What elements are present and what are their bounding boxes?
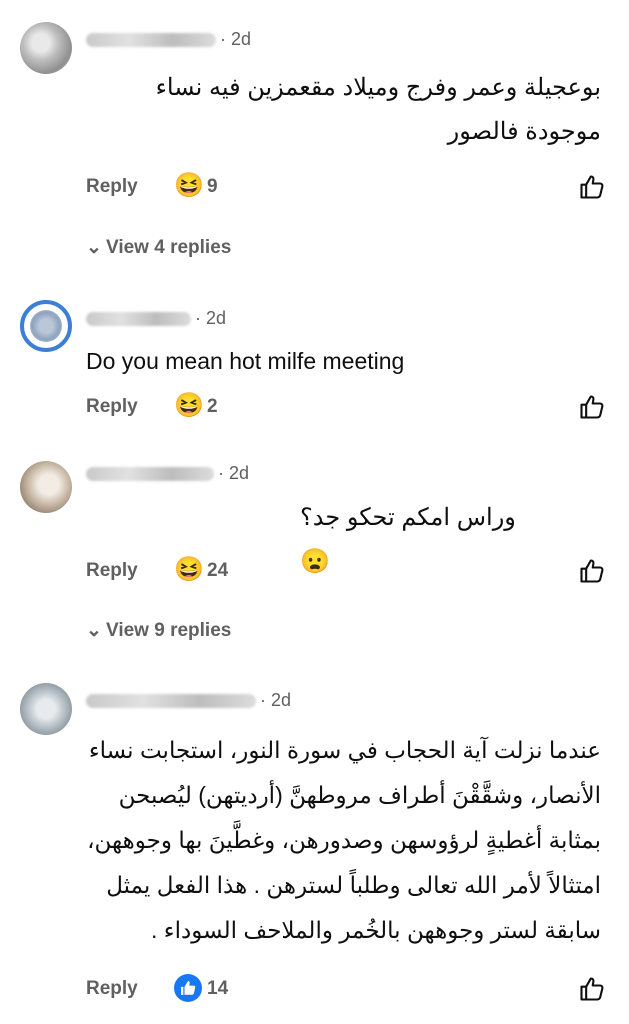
username-blurred[interactable] (86, 467, 214, 482)
thumbs-up-icon[interactable] (578, 392, 606, 422)
thumbs-up-icon[interactable] (578, 556, 606, 586)
avatar[interactable] (20, 300, 72, 352)
comment-text: عندما نزلت آية الحجاب في سورة النور، است… (87, 737, 601, 943)
timestamp: · 2d (260, 690, 292, 710)
reaction-count: 24 (207, 560, 229, 581)
username-blurred[interactable] (86, 33, 216, 48)
reaction-count: 14 (207, 978, 229, 999)
comment-actions: Reply 😆 2 (86, 392, 606, 426)
username-blurred[interactable] (86, 312, 191, 327)
timestamp: · 2d (218, 463, 250, 483)
timestamp: · 2d (220, 29, 252, 49)
comment-meta: · 2d (86, 29, 251, 50)
comment-text: بوعجيلة وعمر وفرج وميلاد مقعمزين فيه نسا… (155, 74, 601, 145)
thumbs-up-icon[interactable] (578, 974, 606, 1004)
laughing-emoji-icon[interactable]: 😆 (174, 392, 204, 420)
view-replies-button[interactable]: ⌄ View 9 replies (86, 619, 231, 642)
chevron-down-icon: ⌄ (86, 237, 102, 258)
view-replies-label: View 9 replies (106, 620, 232, 641)
reply-button[interactable]: Reply (86, 176, 138, 198)
avatar[interactable] (20, 683, 72, 735)
reply-button[interactable]: Reply (86, 396, 138, 418)
reply-button[interactable]: Reply (86, 560, 138, 582)
comment-meta: · 2d (86, 690, 291, 711)
comment-actions: Reply 14 (86, 974, 606, 1008)
laughing-emoji-icon[interactable]: 😆 (174, 172, 204, 200)
chevron-down-icon: ⌄ (86, 620, 102, 641)
username-blurred[interactable] (86, 694, 256, 709)
timestamp: · 2d (195, 308, 227, 328)
avatar[interactable] (20, 22, 72, 74)
avatar[interactable] (20, 461, 72, 513)
reaction-count: 2 (207, 396, 218, 417)
like-reaction-icon[interactable] (174, 974, 202, 1002)
comment-actions: Reply 😆 9 (86, 172, 606, 206)
view-replies-label: View 4 replies (106, 237, 232, 258)
thumbs-up-icon (181, 981, 196, 995)
reaction-count: 9 (207, 176, 218, 197)
comment-text: Do you mean hot milfe meeting (86, 348, 405, 374)
comment-actions: Reply 😆 24 (86, 556, 606, 590)
comment-meta: · 2d (86, 463, 249, 484)
laughing-emoji-icon[interactable]: 😆 (174, 556, 204, 584)
reply-button[interactable]: Reply (86, 978, 138, 1000)
comment-meta: · 2d (86, 308, 226, 329)
thumbs-up-icon[interactable] (578, 172, 606, 202)
view-replies-button[interactable]: ⌄ View 4 replies (86, 236, 231, 259)
